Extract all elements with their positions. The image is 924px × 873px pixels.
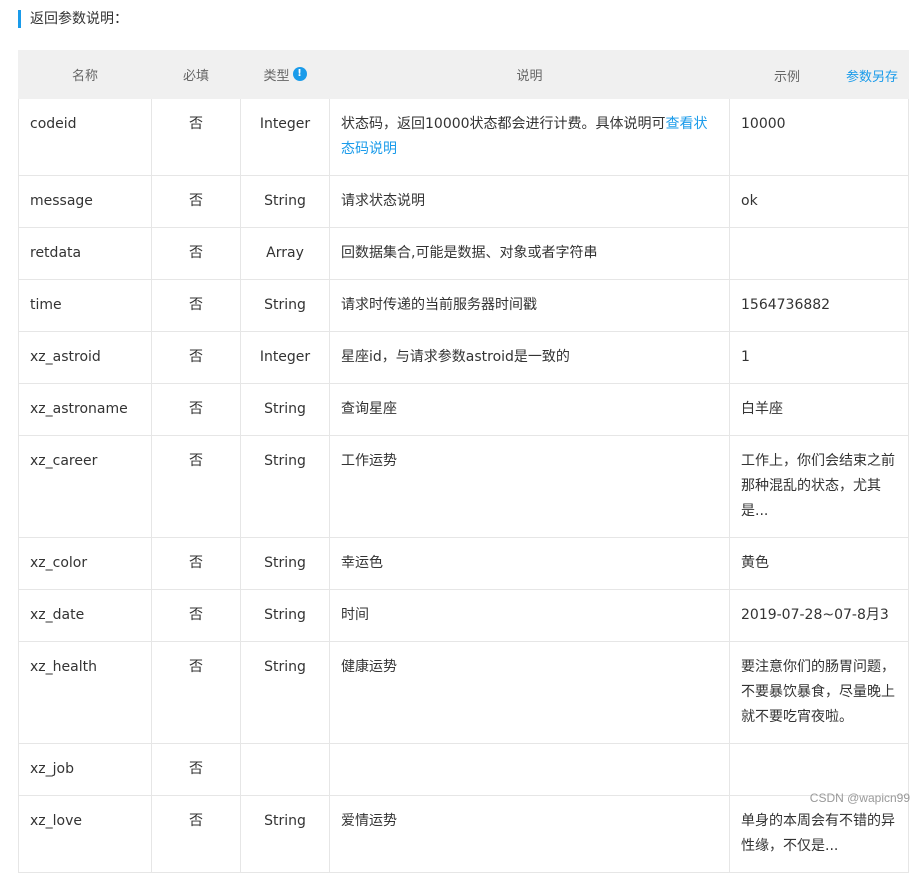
param-example: 10000 [729, 98, 909, 176]
param-required: 否 [151, 331, 241, 384]
table-row: xz_career 否 String 工作运势 工作上，你们会结束之前那种混乱的状态，尤… [18, 435, 909, 538]
param-example: 工作上，你们会结束之前那种混乱的状态，尤其是... [729, 435, 909, 538]
param-description: 状态码，返回10000状态都会进行计费。具体说明可查看状态码说明 [329, 98, 730, 176]
param-type: Array [240, 227, 330, 280]
param-example: 单身的本周会有不错的异性缘，不仅是... [729, 795, 909, 873]
param-description-text: 工作运势 [341, 453, 397, 469]
param-description: 请求时传递的当前服务器时间戳 [329, 279, 730, 332]
param-example [729, 743, 909, 796]
param-type: String [240, 279, 330, 332]
param-required: 否 [151, 383, 241, 436]
table-row: xz_astroid 否 Integer 星座id，与请求参数astroid是一致的 1 [18, 331, 909, 384]
param-type: String [240, 641, 330, 744]
table-row: codeid 否 Integer 状态码，返回10000状态都会进行计费。具体说明可查… [18, 98, 909, 176]
param-description: 工作运势 [329, 435, 730, 538]
param-required: 否 [151, 98, 241, 176]
table-header-row: 名称 必填 类型! 说明 示例 参数另存 [18, 50, 909, 99]
table-row: xz_health 否 String 健康运势 要注意你们的肠胃问题，不要暴饮暴食，尽量… [18, 641, 909, 744]
param-name: message [18, 175, 152, 228]
param-description-text: 回数据集合,可能是数据、对象或者字符串 [341, 245, 598, 261]
param-name: xz_love [18, 795, 152, 873]
param-name: xz_career [18, 435, 152, 538]
param-required: 否 [151, 743, 241, 796]
param-description-text: 星座id，与请求参数astroid是一致的 [341, 349, 570, 365]
param-description-text: 请求时传递的当前服务器时间戳 [341, 297, 537, 313]
info-icon[interactable]: ! [292, 67, 307, 81]
param-required: 否 [151, 175, 241, 228]
param-description-text: 时间 [341, 607, 369, 623]
param-name: time [18, 279, 152, 332]
param-type: String [240, 537, 330, 590]
param-description-text: 爱情运势 [341, 813, 397, 829]
param-example [729, 227, 909, 280]
param-description-text: 请求状态说明 [341, 193, 425, 209]
param-name: xz_date [18, 589, 152, 642]
param-description: 时间 [329, 589, 730, 642]
header-example-label: 示例 [774, 70, 801, 85]
table-row: message 否 String 请求状态说明 ok [18, 175, 909, 228]
param-type: String [240, 383, 330, 436]
param-name: xz_color [18, 537, 152, 590]
param-description: 健康运势 [329, 641, 730, 744]
header-name: 名称 [18, 50, 152, 99]
return-params-table: 名称 必填 类型! 说明 示例 参数另存 codeid 否 Integer 状态码，返… [18, 50, 909, 873]
param-required: 否 [151, 279, 241, 332]
param-description: 请求状态说明 [329, 175, 730, 228]
param-description-text: 状态码，返回10000状态都会进行计费。具体说明可 [341, 116, 666, 132]
param-type: String [240, 435, 330, 538]
header-type: 类型! [240, 50, 330, 99]
param-required: 否 [151, 795, 241, 873]
param-description-text: 幸运色 [341, 555, 383, 571]
table-row: xz_color 否 String 幸运色 黄色 [18, 537, 909, 590]
param-name: xz_astroid [18, 331, 152, 384]
param-required: 否 [151, 435, 241, 538]
param-name: codeid [18, 98, 152, 176]
param-name: xz_job [18, 743, 152, 796]
param-required: 否 [151, 537, 241, 590]
param-name: retdata [18, 227, 152, 280]
param-description-text: 查询星座 [341, 401, 397, 417]
param-required: 否 [151, 641, 241, 744]
param-name: xz_health [18, 641, 152, 744]
table-row: time 否 String 请求时传递的当前服务器时间戳 1564736882 [18, 279, 909, 332]
table-row: xz_date 否 String 时间 2019-07-28~07-8月3 [18, 589, 909, 642]
param-description-text: 健康运势 [341, 659, 397, 675]
param-type: Integer [240, 331, 330, 384]
param-description: 幸运色 [329, 537, 730, 590]
param-example: 2019-07-28~07-8月3 [729, 589, 909, 642]
table-row: xz_job 否 [18, 743, 909, 796]
param-type: String [240, 589, 330, 642]
table-row: xz_love 否 String 爱情运势 单身的本周会有不错的异性缘，不仅是... [18, 795, 909, 873]
param-example: 1 [729, 331, 909, 384]
param-description: 查询星座 [329, 383, 730, 436]
param-description: 爱情运势 [329, 795, 730, 873]
header-required: 必填 [151, 50, 241, 99]
watermark: CSDN @wapicn99 [809, 791, 910, 805]
header-type-label: 类型 [263, 69, 290, 84]
param-required: 否 [151, 227, 241, 280]
table-row: xz_astroname 否 String 查询星座 白羊座 [18, 383, 909, 436]
param-type: Integer [240, 98, 330, 176]
save-params-link[interactable]: 参数另存 [846, 66, 898, 85]
table-row: retdata 否 Array 回数据集合,可能是数据、对象或者字符串 [18, 227, 909, 280]
header-description: 说明 [329, 50, 730, 99]
param-name: xz_astroname [18, 383, 152, 436]
param-example: 要注意你们的肠胃问题，不要暴饮暴食，尽量晚上就不要吃宵夜啦。 [729, 641, 909, 744]
param-type [240, 743, 330, 796]
param-example: ok [729, 175, 909, 228]
section-title: 返回参数说明： [18, 10, 128, 28]
param-required: 否 [151, 589, 241, 642]
param-example: 白羊座 [729, 383, 909, 436]
param-type: String [240, 795, 330, 873]
param-example: 1564736882 [729, 279, 909, 332]
header-example: 示例 参数另存 [729, 50, 909, 99]
param-description: 星座id，与请求参数astroid是一致的 [329, 331, 730, 384]
param-type: String [240, 175, 330, 228]
param-description: 回数据集合,可能是数据、对象或者字符串 [329, 227, 730, 280]
param-description [329, 743, 730, 796]
param-example: 黄色 [729, 537, 909, 590]
